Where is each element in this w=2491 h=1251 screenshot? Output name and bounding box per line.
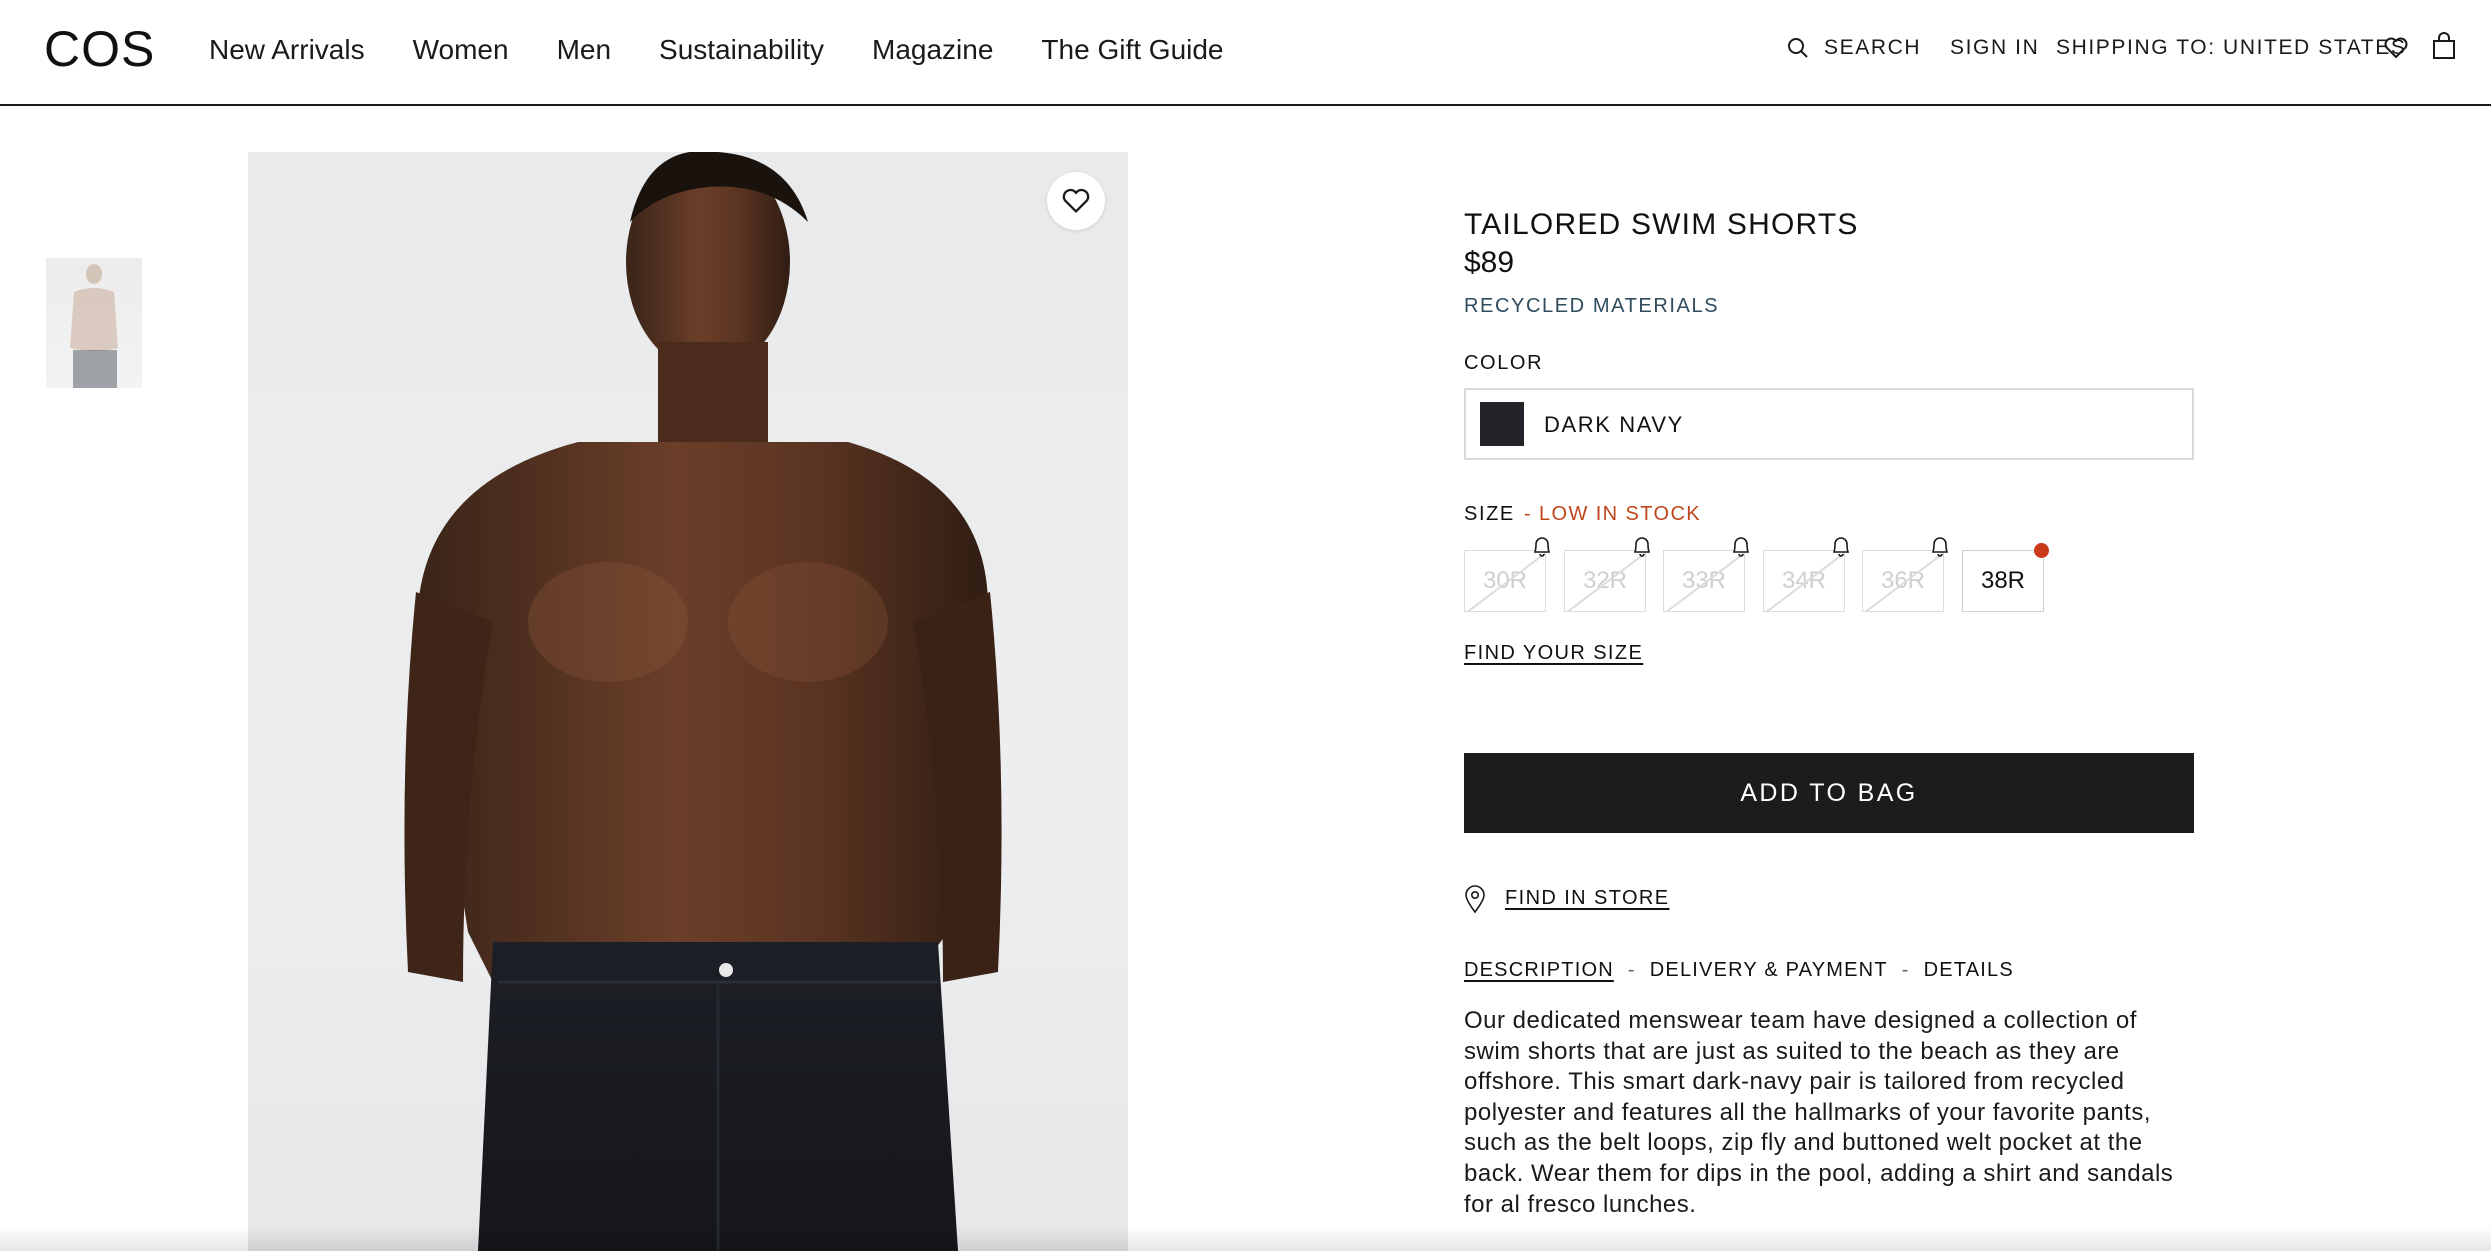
model-photo bbox=[404, 152, 1002, 1251]
color-value: DARK NAVY bbox=[1544, 412, 1684, 437]
heart-icon bbox=[1062, 188, 1090, 213]
wishlist-heart-icon[interactable] bbox=[2383, 36, 2409, 65]
tab-details[interactable]: DETAILS bbox=[1924, 959, 2014, 982]
tab-delivery-payment[interactable]: DELIVERY & PAYMENT bbox=[1650, 959, 1888, 982]
notify-bell-icon[interactable] bbox=[1730, 534, 1752, 558]
sign-in-link[interactable]: SIGN IN bbox=[1950, 36, 2039, 60]
product-price: $89 bbox=[1464, 246, 1515, 279]
low-stock-dot bbox=[2034, 543, 2049, 558]
search-icon[interactable] bbox=[1786, 36, 1810, 65]
size-option-30r[interactable]: 30R bbox=[1464, 550, 1546, 612]
size-option-33r[interactable]: 33R bbox=[1663, 550, 1745, 612]
shipping-country-link[interactable]: SHIPPING TO: UNITED STATES bbox=[2056, 36, 2406, 60]
nav-sustainability[interactable]: Sustainability bbox=[659, 34, 824, 66]
location-pin-icon bbox=[1464, 884, 1486, 919]
search-link[interactable]: SEARCH bbox=[1824, 36, 1921, 60]
notify-bell-icon[interactable] bbox=[1929, 534, 1951, 558]
site-header: COS New Arrivals Women Men Sustainabilit… bbox=[0, 0, 2491, 106]
nav-gift-guide[interactable]: The Gift Guide bbox=[1041, 34, 1223, 66]
notify-bell-icon[interactable] bbox=[1631, 534, 1653, 558]
size-option-32r[interactable]: 32R bbox=[1564, 550, 1646, 612]
size-option-36r[interactable]: 36R bbox=[1862, 550, 1944, 612]
product-thumbnail[interactable] bbox=[46, 258, 142, 388]
nav-women[interactable]: Women bbox=[413, 34, 509, 66]
shopping-bag-icon[interactable] bbox=[2432, 32, 2456, 65]
product-description: Our dedicated menswear team have designe… bbox=[1464, 1007, 2174, 1218]
size-label: SIZE bbox=[1464, 503, 1515, 525]
low-stock-note: - LOW IN STOCK bbox=[1524, 503, 1702, 525]
color-selector[interactable]: DARK NAVY bbox=[1464, 388, 2194, 460]
product-info-tabs: DESCRIPTION - DELIVERY & PAYMENT - DETAI… bbox=[1464, 959, 2014, 982]
nav-new-arrivals[interactable]: New Arrivals bbox=[209, 34, 365, 66]
product-main-image bbox=[248, 152, 1128, 1251]
color-label: COLOR bbox=[1464, 352, 1544, 374]
main-nav: New Arrivals Women Men Sustainability Ma… bbox=[209, 34, 1272, 66]
find-in-store-link[interactable]: FIND IN STORE bbox=[1505, 887, 1670, 910]
nav-men[interactable]: Men bbox=[557, 34, 611, 66]
size-option-38r[interactable]: 38R bbox=[1962, 550, 2044, 612]
cos-logo[interactable]: COS bbox=[44, 20, 155, 78]
tab-description[interactable]: DESCRIPTION bbox=[1464, 959, 1614, 982]
tab-separator: - bbox=[1627, 959, 1636, 981]
product-title: TAILORED SWIM SHORTS bbox=[1464, 208, 1859, 241]
bottom-edge-shadow bbox=[0, 1226, 2491, 1251]
nav-magazine[interactable]: Magazine bbox=[872, 34, 993, 66]
size-option-34r[interactable]: 34R bbox=[1763, 550, 1845, 612]
notify-bell-icon[interactable] bbox=[1830, 534, 1852, 558]
tab-separator: - bbox=[1901, 959, 1910, 981]
add-to-bag-button[interactable]: ADD TO BAG bbox=[1464, 753, 2194, 833]
notify-bell-icon[interactable] bbox=[1531, 534, 1553, 558]
color-swatch bbox=[1480, 402, 1524, 446]
add-to-wishlist-button[interactable] bbox=[1047, 172, 1105, 230]
find-your-size-link[interactable]: FIND YOUR SIZE bbox=[1464, 642, 1643, 665]
recycled-materials-tag: RECYCLED MATERIALS bbox=[1464, 295, 1720, 317]
